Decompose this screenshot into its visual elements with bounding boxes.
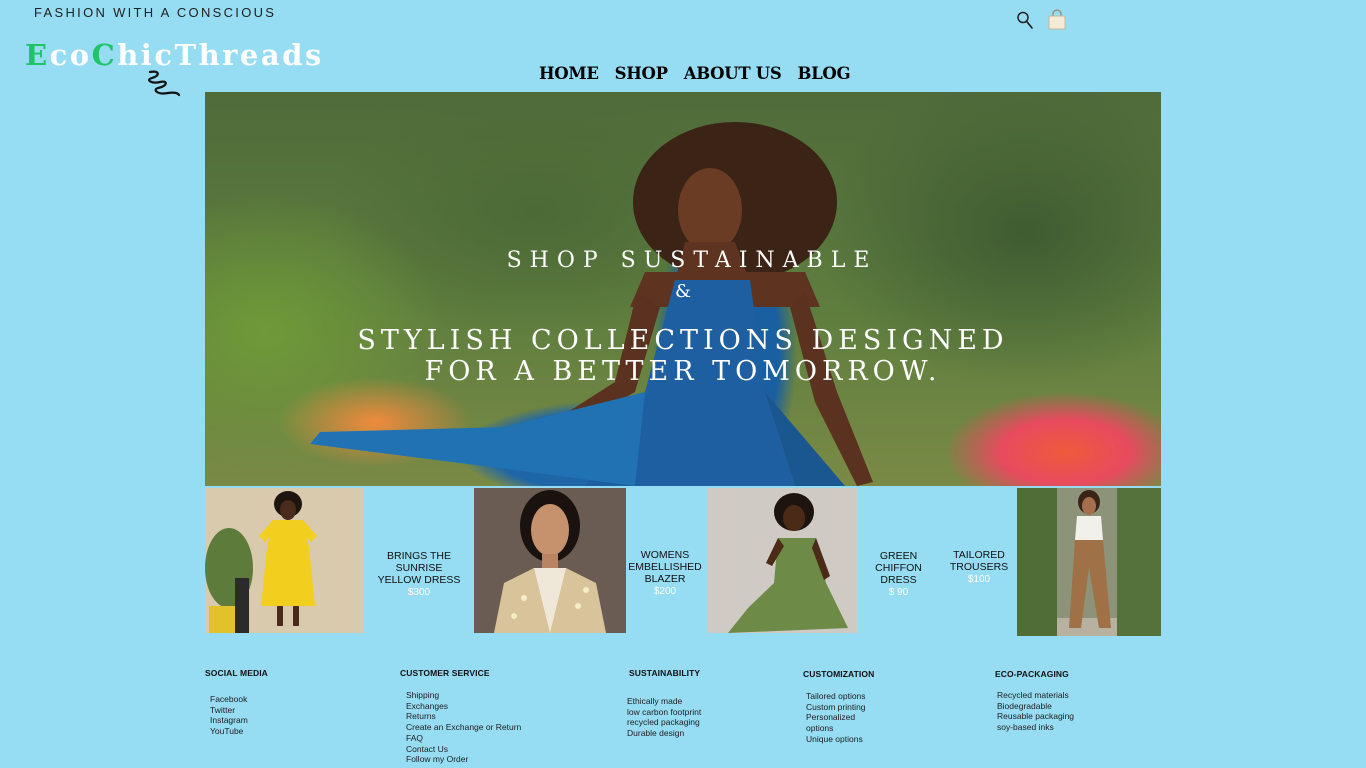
tagline: FASHION WITH A CONSCIOUS — [34, 5, 277, 20]
footer-link-biodegradable[interactable]: Biodegradable — [997, 701, 1117, 712]
footer-link-reusable-packaging[interactable]: Reusable packaging — [997, 711, 1117, 722]
hero-ampersand: & — [674, 281, 692, 302]
footer-heading: CUSTOMER SERVICE — [400, 668, 490, 678]
footer-link-soy-based-inks[interactable]: soy-based inks — [997, 722, 1117, 733]
header-icons — [1014, 9, 1068, 31]
logo-text-hic: hic — [117, 38, 175, 72]
hero-subheadline-line1: STYLISH COLLECTIONS DESIGNED — [357, 325, 1009, 356]
product-info-tailored-trousers[interactable]: TAILORED TROUSERS $100 — [942, 549, 1016, 586]
footer-link-instagram[interactable]: Instagram — [210, 715, 330, 726]
footer-link-returns[interactable]: Returns — [406, 711, 566, 722]
product-name-line: GREEN CHIFFON — [875, 550, 922, 574]
product-image-yellow-dress[interactable] — [205, 488, 364, 633]
product-price: $ 90 — [888, 587, 909, 598]
logo-text-co: co — [49, 38, 92, 72]
footer-link-recycled-materials[interactable]: Recycled materials — [997, 690, 1117, 701]
product-name-line: YELLOW DRESS — [377, 574, 461, 586]
nav-about-us[interactable]: ABOUT US — [684, 64, 782, 83]
product-image-green-chiffon-dress[interactable] — [708, 488, 858, 633]
product-name-line: BRINGS THE SUNRISE — [387, 550, 451, 574]
product-info-embellished-blazer[interactable]: WOMENS EMBELLISHED BLAZER $200 — [627, 549, 703, 598]
squiggle-icon — [148, 70, 181, 97]
nav-home[interactable]: HOME — [539, 64, 599, 83]
product-name-line: DRESS — [880, 574, 917, 586]
footer-link-tailored-options[interactable]: Tailored options — [806, 691, 926, 702]
footer-link-durable-design[interactable]: Durable design — [627, 728, 747, 739]
product-name-line: TROUSERS — [949, 561, 1009, 573]
search-icon[interactable] — [1014, 9, 1036, 31]
footer-link-exchanges[interactable]: Exchanges — [406, 701, 566, 712]
footer-link-unique-options[interactable]: Unique options — [806, 734, 926, 745]
main-nav: HOME SHOP ABOUT US BLOG — [539, 64, 851, 83]
footer-heading: ECO-PACKAGING — [995, 669, 1069, 679]
footer-heading: SOCIAL MEDIA — [205, 668, 268, 678]
footer-link-recycled-packaging[interactable]: recycled packaging — [627, 717, 747, 728]
footer-link-personalized-options[interactable]: options — [806, 723, 926, 734]
product-price: $300 — [407, 587, 431, 598]
nav-shop[interactable]: SHOP — [615, 64, 668, 83]
product-price: $100 — [967, 574, 991, 585]
footer-link-follow-my-order[interactable]: Follow my Order — [406, 754, 566, 765]
footer-heading: CUSTOMIZATION — [803, 669, 875, 679]
hero-subheadline: STYLISH COLLECTIONS DESIGNED FOR A BETTE… — [205, 325, 1161, 387]
footer-link-personalized[interactable]: Personalized — [806, 712, 926, 723]
product-name-line: TAILORED — [953, 549, 1005, 561]
product-info-green-chiffon-dress[interactable]: GREEN CHIFFON DRESS $ 90 — [857, 550, 940, 599]
footer-heading: SUSTAINABILITY — [629, 668, 701, 678]
footer-link-youtube[interactable]: YouTube — [210, 726, 330, 737]
product-price: $200 — [653, 586, 677, 597]
footer-link-ethically-made[interactable]: Ethically made — [627, 696, 747, 707]
footer-link-shipping[interactable]: Shipping — [406, 690, 566, 701]
logo-text-threads: Threads — [174, 38, 324, 72]
logo-letter-e: E — [25, 38, 50, 72]
product-image-tailored-trousers[interactable] — [1017, 488, 1161, 636]
product-name-line: BLAZER — [644, 573, 686, 585]
footer-link-custom-printing[interactable]: Custom printing — [806, 702, 926, 713]
footer-link-facebook[interactable]: Facebook — [210, 694, 330, 705]
product-name-line: WOMENS — [640, 549, 690, 561]
hero-headline: SHOP SUSTAINABLE — [506, 248, 878, 273]
product-name-line: EMBELLISHED — [628, 561, 702, 573]
footer-link-twitter[interactable]: Twitter — [210, 705, 330, 716]
logo-letter-c: C — [91, 38, 118, 72]
footer-link-low-carbon[interactable]: low carbon footprint — [627, 707, 747, 718]
footer-link-contact-us[interactable]: Contact Us — [406, 744, 566, 755]
nav-blog[interactable]: BLOG — [797, 64, 850, 83]
product-info-yellow-dress[interactable]: BRINGS THE SUNRISE YELLOW DRESS $300 — [365, 550, 473, 599]
brand-logo[interactable]: EcoChicThreads — [25, 38, 324, 72]
hero-subheadline-line2: FOR A BETTER TOMORROW. — [424, 356, 942, 387]
product-image-embellished-blazer[interactable] — [474, 488, 626, 633]
hero-text: SHOP SUSTAINABLE & STYLISH COLLECTIONS D… — [205, 92, 1161, 486]
footer-link-faq[interactable]: FAQ — [406, 733, 566, 744]
hero-banner: SHOP SUSTAINABLE & STYLISH COLLECTIONS D… — [205, 92, 1161, 486]
shopping-bag-icon[interactable] — [1046, 9, 1068, 31]
footer-link-create-exchange-return[interactable]: Create an Exchange or Return — [406, 722, 566, 733]
